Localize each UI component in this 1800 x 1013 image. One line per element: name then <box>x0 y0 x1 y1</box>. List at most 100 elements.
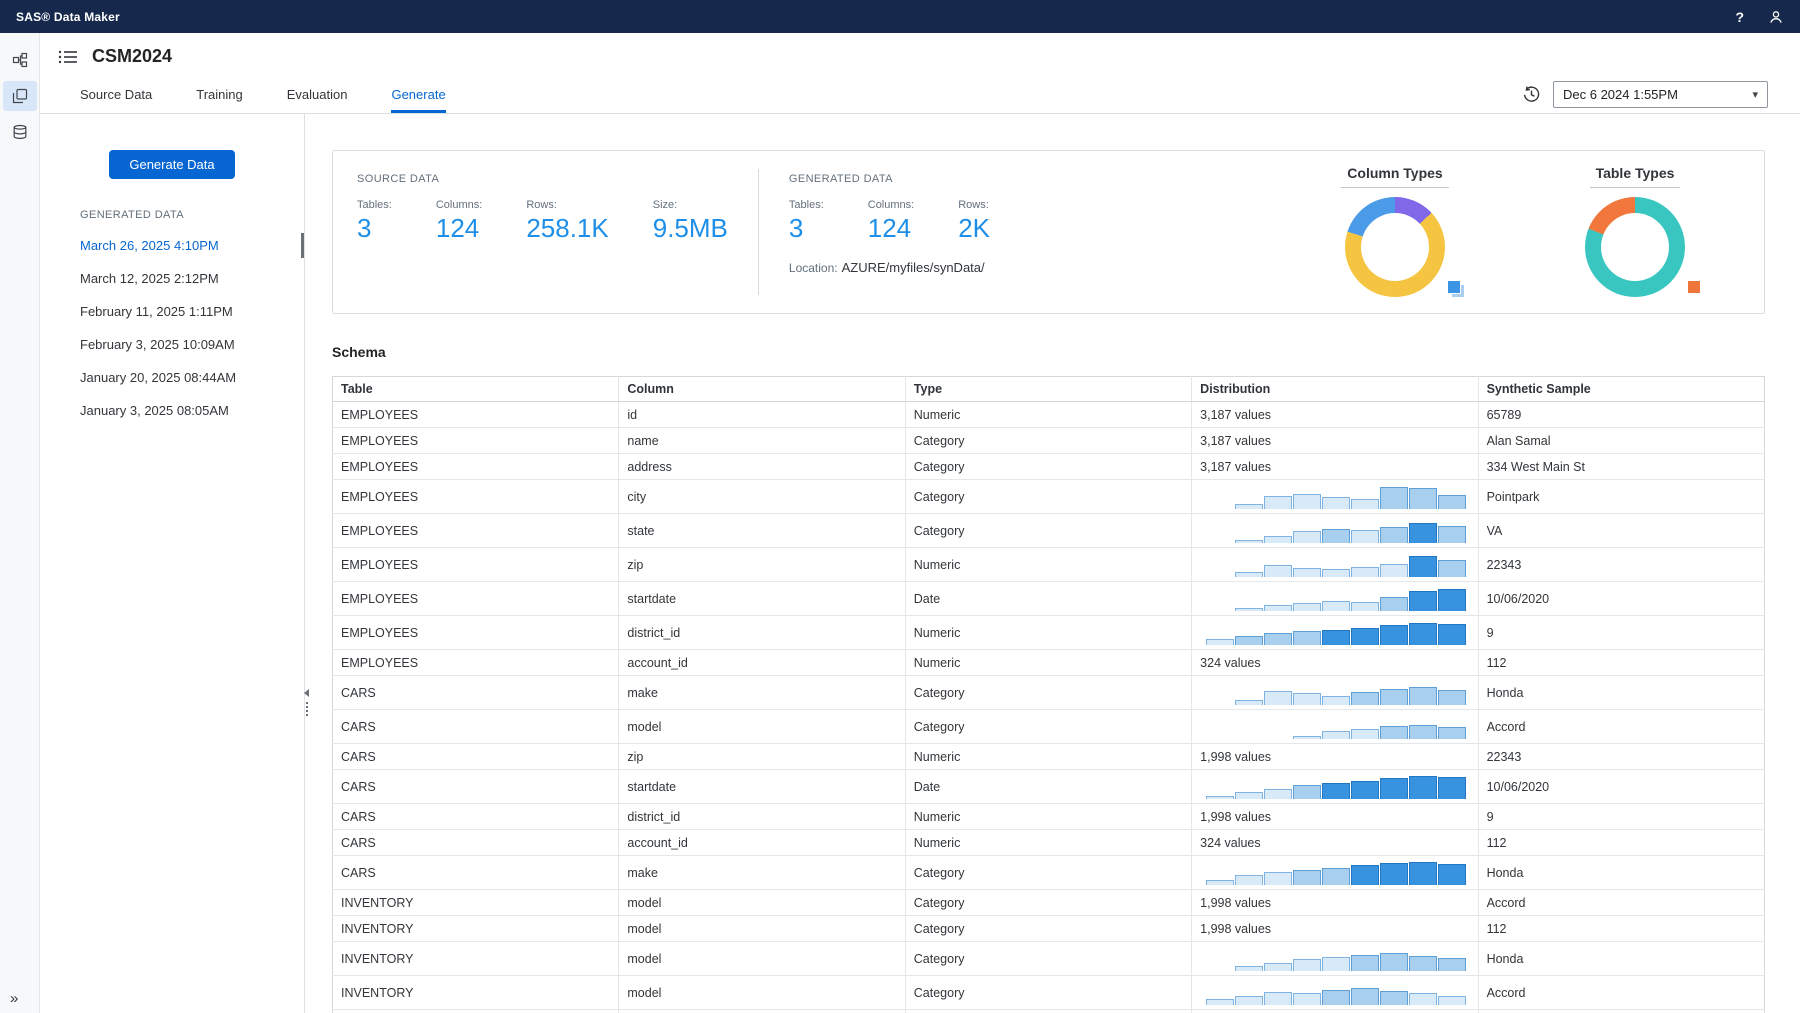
histogram-bar <box>1438 690 1466 705</box>
histogram-bar <box>1380 564 1408 577</box>
cell-sample: 112 <box>1478 830 1764 856</box>
histogram-bar <box>1322 957 1350 971</box>
cell-sample: Accord <box>1478 710 1764 744</box>
cell-sample: Alan Samal <box>1478 428 1764 454</box>
generated-run-item[interactable]: January 20, 2025 08:44AM <box>40 361 304 394</box>
cell-table: EMPLOYEES <box>333 514 619 548</box>
generated-run-item[interactable]: January 3, 2025 08:05AM <box>40 394 304 427</box>
stat-label: Tables: <box>789 199 824 211</box>
generated-run-item[interactable]: February 11, 2025 1:11PM <box>40 295 304 328</box>
cell-type: Category <box>905 856 1191 890</box>
panel-resize-handle[interactable] <box>304 689 309 717</box>
cell-table: CARS <box>333 830 619 856</box>
histogram-bar <box>1438 589 1466 611</box>
histogram-bar <box>1380 527 1408 543</box>
pipeline-icon[interactable] <box>3 45 37 75</box>
expand-sidebar-chevrons[interactable]: » <box>10 990 18 1007</box>
source-data-summary: SOURCE DATA Tables:3Columns:124Rows:258.… <box>357 165 728 244</box>
help-icon[interactable]: ? <box>1735 9 1744 25</box>
histogram-bar <box>1293 693 1321 705</box>
cell-sample: 10/06/2020 <box>1478 582 1764 616</box>
cell-type: Date <box>905 582 1191 616</box>
summary-stat: Tables:3 <box>357 199 392 244</box>
main-content: SOURCE DATA Tables:3Columns:124Rows:258.… <box>305 114 1800 1013</box>
tab-training[interactable]: Training <box>196 76 242 113</box>
account-icon[interactable] <box>1768 9 1784 25</box>
donut-badge <box>1686 279 1704 297</box>
schema-header-row: TableColumnTypeDistributionSynthetic Sam… <box>333 377 1765 402</box>
cell-column: startdate <box>619 770 905 804</box>
stat-value: 3 <box>357 213 392 244</box>
generate-data-button[interactable]: Generate Data <box>109 150 234 179</box>
histogram-bar <box>1264 789 1292 799</box>
cell-sample: Honda <box>1478 942 1764 976</box>
cell-distribution: 3,187 values <box>1192 402 1478 428</box>
generated-run-item[interactable]: March 12, 2025 2:12PM <box>40 262 304 295</box>
histogram-bar <box>1206 880 1234 885</box>
cell-type: Numeric <box>905 804 1191 830</box>
table-row: CARSdistrict_idNumeric1,998 values9 <box>333 804 1765 830</box>
generated-run-item[interactable]: March 26, 2025 4:10PM <box>40 229 304 262</box>
summary-stat: Rows:258.1K <box>526 199 608 244</box>
cell-sample: 112 <box>1478 916 1764 942</box>
donut-chart <box>1345 197 1445 297</box>
history-icon[interactable] <box>1522 85 1541 104</box>
histogram-bar <box>1351 499 1379 509</box>
cell-column: make <box>619 856 905 890</box>
project-list-icon[interactable] <box>58 49 78 65</box>
histogram-bar <box>1235 966 1263 971</box>
cell-type: Numeric <box>905 744 1191 770</box>
cell-type: Numeric <box>905 650 1191 676</box>
summary-stat: Size:9.5MB <box>653 199 728 244</box>
table-row: INVENTORYmodelCategory1,998 valuesAccord <box>333 890 1765 916</box>
collapse-triangle-icon <box>304 689 309 697</box>
cell-sample: Honda <box>1478 676 1764 710</box>
histogram-bar <box>1409 725 1437 739</box>
cell-table: INVENTORY <box>333 942 619 976</box>
column-types-chart: Column Types <box>1310 165 1480 297</box>
copies-icon[interactable] <box>3 81 37 111</box>
project-header: CSM2024 <box>40 33 1800 76</box>
cell-table: INVENTORY <box>333 890 619 916</box>
cell-distribution: 3,187 values <box>1192 428 1478 454</box>
table-row: EMPLOYEESdistrict_idNumeric9 <box>333 616 1765 650</box>
cell-distribution <box>1192 582 1478 616</box>
histogram-bar <box>1409 862 1437 885</box>
histogram-bar <box>1438 777 1466 799</box>
tab-evaluation[interactable]: Evaluation <box>287 76 348 113</box>
cell-column: model <box>619 710 905 744</box>
histogram-bar <box>1322 601 1350 611</box>
histogram-bar <box>1438 727 1466 739</box>
tab-generate[interactable]: Generate <box>391 76 445 113</box>
histogram-bar <box>1322 868 1350 885</box>
histogram-bar <box>1351 865 1379 885</box>
database-icon[interactable] <box>3 117 37 147</box>
summary-stat: Tables: 3 <box>789 199 824 244</box>
histogram-bar <box>1380 863 1408 885</box>
distribution-histogram <box>1200 980 1469 1005</box>
stat-value: 3 <box>789 213 824 244</box>
histogram-bar <box>1293 959 1321 971</box>
donut-badge <box>1446 279 1464 297</box>
stat-label: Rows: <box>958 199 990 211</box>
generated-run-item[interactable]: February 3, 2025 10:09AM <box>40 328 304 361</box>
cell-sample: 334 West Main St <box>1478 454 1764 480</box>
table-row: CARSmakeCategoryHonda <box>333 676 1765 710</box>
generated-data-section-label: GENERATED DATA <box>80 209 304 221</box>
tab-source-data[interactable]: Source Data <box>80 76 152 113</box>
histogram-bar <box>1235 572 1263 577</box>
generated-run-list: March 26, 2025 4:10PMMarch 12, 2025 2:12… <box>40 229 304 427</box>
cell-distribution: 1,998 values <box>1192 744 1478 770</box>
histogram-bar <box>1380 597 1408 611</box>
distribution-histogram <box>1200 714 1469 739</box>
histogram-bar <box>1438 996 1466 1005</box>
cell-table: EMPLOYEES <box>333 428 619 454</box>
cell-sample: 9 <box>1478 804 1764 830</box>
histogram-bar <box>1235 540 1263 543</box>
histogram-bar <box>1380 625 1408 645</box>
distribution-histogram <box>1200 484 1469 509</box>
snapshot-select[interactable]: Dec 6 2024 1:55PM ▾ <box>1553 81 1768 108</box>
histogram-bar <box>1409 623 1437 645</box>
cell-column: model <box>619 916 905 942</box>
cell-distribution <box>1192 942 1478 976</box>
